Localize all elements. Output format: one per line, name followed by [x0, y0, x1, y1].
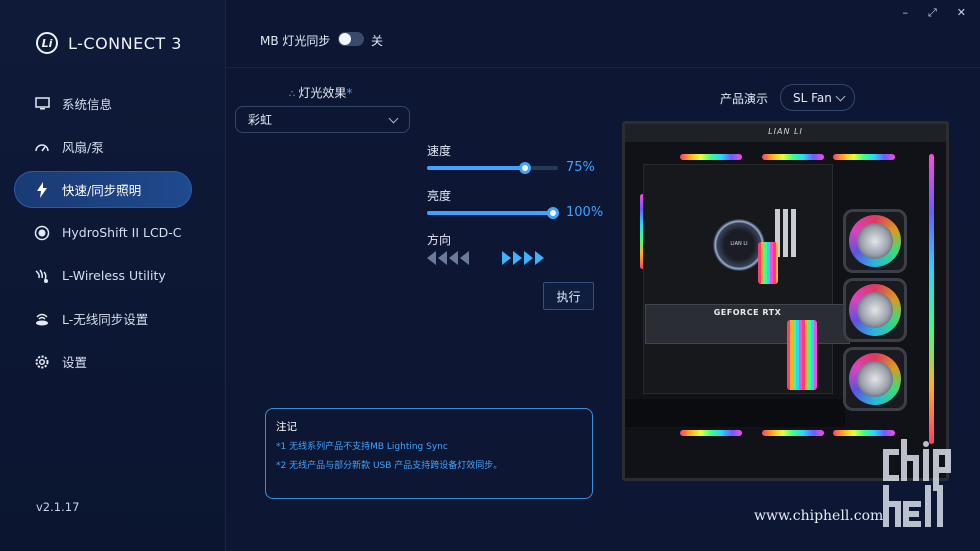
- product-label: 产品演示: [720, 92, 769, 106]
- sidebar-item-label: L-无线同步设置: [62, 312, 149, 327]
- sidebar-item-settings[interactable]: 设置: [14, 343, 192, 380]
- top-fan-rgb-strip: [762, 154, 824, 160]
- psu-shroud: [625, 399, 845, 427]
- arrow-right-icon: [502, 251, 511, 265]
- arrow-right-icon: [513, 251, 522, 265]
- chevron-down-icon: [835, 91, 846, 102]
- required-mark: *: [346, 86, 353, 100]
- notes-line: *2 无线产品与部分新款 USB 产品支持跨设备灯效同步。: [276, 461, 503, 471]
- chiphell-watermark-logo-icon: [883, 439, 951, 527]
- speed-value: 75%: [566, 160, 595, 175]
- effect-label: ∴ 灯光效果*: [289, 86, 353, 100]
- product-dropdown[interactable]: SL Fan: [780, 84, 855, 111]
- brightness-value: 100%: [566, 205, 604, 220]
- arrow-right-icon: [535, 251, 544, 265]
- sidebar-item-wireless-utility[interactable]: L-Wireless Utility: [14, 257, 192, 294]
- speed-slider-fill: [427, 166, 526, 170]
- brightness-slider-fill: [427, 211, 553, 215]
- notes-line: *1 无线系列产品不支持MB Lighting Sync: [276, 442, 448, 452]
- graphics-card: GEFORCE RTX: [645, 304, 850, 344]
- sidebar-item-label: 设置: [62, 355, 88, 370]
- speed-slider[interactable]: [427, 162, 558, 174]
- speed-slider-handle[interactable]: [519, 162, 532, 174]
- rgb-cable: [758, 242, 778, 284]
- pc-case-preview: LIAN LI LIAN LI GEFORCE RTX: [622, 121, 949, 481]
- monitor-icon: [34, 96, 50, 112]
- arrow-left-icon: [449, 251, 458, 265]
- gauge-icon: [34, 139, 50, 155]
- wireless-sync-icon: [34, 311, 50, 327]
- side-fan: [843, 278, 907, 342]
- app-logo: Li L-CONNECT 3: [36, 32, 182, 54]
- app-title: L-CONNECT 3: [68, 33, 182, 53]
- execute-button[interactable]: 执行: [543, 282, 594, 310]
- notes-title: 注记: [276, 421, 297, 433]
- lianli-logo-icon: Li: [36, 32, 58, 54]
- circle-icon: [34, 225, 50, 241]
- sidebar-nav: 系统信息 风扇/泵 快速/同步照明 HydroShift II LCD-C L-…: [14, 85, 192, 386]
- main-panel: MB 灯光同步 关 – ⤢ ✕ ∴ 灯光效果* 彩虹 速度 75% 亮度 100%…: [227, 0, 980, 551]
- drag-dots-icon: ∴: [289, 89, 296, 100]
- wireless-fan-icon: [34, 268, 50, 284]
- arrow-left-icon: [427, 251, 436, 265]
- gpu-label-text: GEFORCE RTX: [713, 308, 782, 317]
- top-fan-rgb-strip: [680, 154, 742, 160]
- arrow-left-icon: [438, 251, 447, 265]
- sidebar-item-fan-pump[interactable]: 风扇/泵: [14, 128, 192, 165]
- direction-label: 方向: [427, 233, 452, 247]
- sidebar-item-wireless-sync[interactable]: L-无线同步设置: [14, 300, 192, 337]
- chevron-down-icon: [388, 113, 399, 124]
- product-dropdown-value: SL Fan: [793, 90, 832, 105]
- top-fan-rgb-strip: [833, 154, 895, 160]
- lightning-icon: [34, 181, 50, 198]
- ram-stick: [783, 209, 788, 257]
- side-fan: [843, 347, 907, 411]
- direction-right-button[interactable]: [502, 251, 544, 265]
- maximize-button[interactable]: ⤢: [928, 6, 937, 20]
- sidebar-item-label: 快速/同步照明: [62, 183, 142, 198]
- brightness-slider[interactable]: [427, 207, 559, 219]
- effect-dropdown-value: 彩虹: [248, 113, 273, 127]
- bottom-fan-rgb-strip: [762, 430, 824, 436]
- top-bar: MB 灯光同步 关 – ⤢ ✕: [227, 0, 980, 68]
- close-button[interactable]: ✕: [957, 6, 966, 20]
- effect-dropdown[interactable]: 彩虹: [235, 106, 410, 133]
- speed-label: 速度: [427, 144, 452, 158]
- side-fan: [843, 209, 907, 273]
- arrow-right-icon: [524, 251, 533, 265]
- ram-stick: [791, 209, 796, 257]
- sidebar-item-label: L-Wireless Utility: [62, 268, 166, 283]
- arrow-left-icon: [460, 251, 469, 265]
- sidebar: Li L-CONNECT 3 系统信息 风扇/泵 快速/同步照明 HydroSh…: [0, 0, 226, 551]
- minimize-button[interactable]: –: [902, 6, 908, 20]
- mb-sync-state: 关: [371, 34, 384, 48]
- sidebar-item-hydroshift[interactable]: HydroShift II LCD-C: [14, 214, 192, 251]
- mb-sync-toggle[interactable]: [338, 32, 364, 46]
- watermark-url: www.chiphell.com: [754, 508, 884, 524]
- window-controls: – ⤢ ✕: [902, 6, 966, 20]
- brightness-slider-handle[interactable]: [547, 207, 559, 219]
- brightness-label: 亮度: [427, 189, 452, 203]
- bottom-fan-rgb-strip: [833, 430, 895, 436]
- gear-icon: [34, 354, 50, 370]
- sidebar-item-label: 风扇/泵: [62, 140, 104, 155]
- app-version: v2.1.17: [36, 500, 80, 514]
- sidebar-item-lighting[interactable]: 快速/同步照明: [14, 171, 192, 208]
- bottom-fan-rgb-strip: [680, 430, 742, 436]
- mb-sync-label: MB 灯光同步: [260, 34, 331, 48]
- sidebar-item-label: 系统信息: [62, 97, 113, 112]
- front-rgb-strip: [929, 154, 934, 444]
- sidebar-item-label: HydroShift II LCD-C: [62, 225, 182, 240]
- case-brand-text: LIAN LI: [768, 127, 803, 136]
- case-top-panel: LIAN LI: [625, 124, 946, 142]
- notes-box: 注记 *1 无线系列产品不支持MB Lighting Sync *2 无线产品与…: [265, 408, 593, 499]
- rgb-cable: [787, 320, 817, 390]
- direction-left-button[interactable]: [427, 251, 469, 265]
- sidebar-item-system-info[interactable]: 系统信息: [14, 85, 192, 122]
